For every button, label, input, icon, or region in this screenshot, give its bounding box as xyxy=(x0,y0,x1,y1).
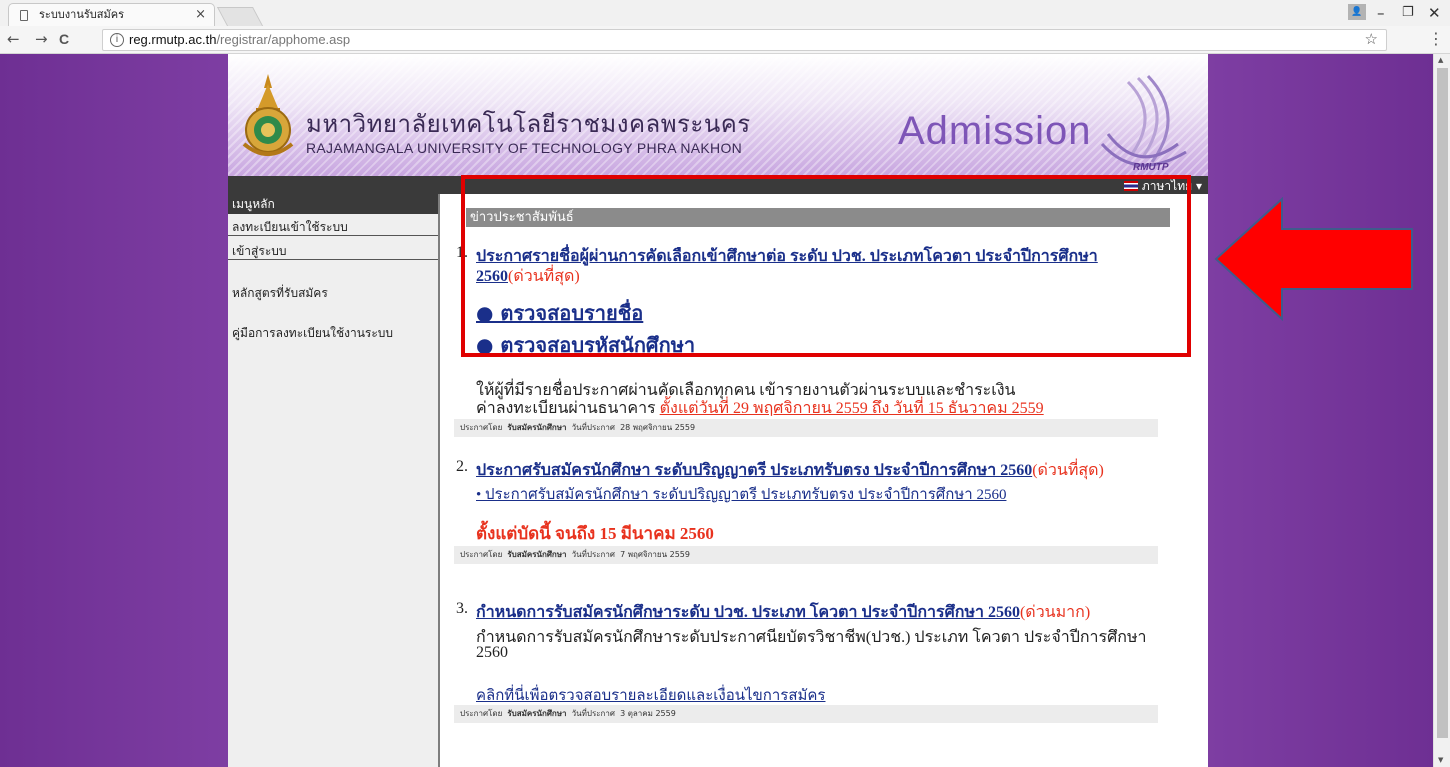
sidebar-item-register[interactable]: ลงทะเบียนเข้าใช้ระบบ xyxy=(228,218,438,236)
info-icon[interactable]: i xyxy=(110,33,124,47)
news-meta-3: ประกาศโดย รับสมัครนักศึกษา วันที่ประกาศ … xyxy=(454,705,1158,723)
sidebar-menu: เมนูหลัก ลงทะเบียนเข้าใช้ระบบ เข้าสู่ระบ… xyxy=(228,194,440,767)
university-english-name: RAJAMANGALA UNIVERSITY OF TECHNOLOGY PHR… xyxy=(306,140,743,156)
sidebar-item-manual[interactable]: คู่มือการลงทะเบียนใช้งานระบบ xyxy=(228,324,438,342)
news-sublink-3[interactable]: คลิกที่นี่เพื่อตรวจสอบรายละเอียดและเงื่อ… xyxy=(476,683,825,707)
page-viewport: มหาวิทยาลัยเทคโนโลยีราชมงคลพระนคร RAJAMA… xyxy=(0,54,1433,767)
news-title-2[interactable]: ประกาศรับสมัครนักศึกษา ระดับปริญญาตรี ปร… xyxy=(476,462,1032,479)
close-window-icon[interactable]: ✕ xyxy=(1428,4,1441,22)
back-icon[interactable]: ← xyxy=(7,30,20,48)
bookmark-star-icon[interactable]: ☆ xyxy=(1365,30,1378,50)
meta-date-label: วันที่ประกาศ xyxy=(571,709,615,718)
deadline-text: ตั้งแต่บัดนี้ จนถึง 15 มีนาคม 2560 xyxy=(476,524,714,543)
rmutp-wave-logo-icon xyxy=(1100,74,1187,167)
meta-date: 7 พฤศจิกายน 2559 xyxy=(620,550,690,559)
news-meta-1: ประกาศโดย รับสมัครนักศึกษา วันที่ประกาศ … xyxy=(454,419,1158,437)
news-body-3: กำหนดการรับสมัครนักศึกษาระดับประกาศนียบั… xyxy=(476,629,1147,646)
meta-prefix: ประกาศโดย xyxy=(460,550,503,559)
scrollbar-thumb[interactable] xyxy=(1437,68,1448,738)
meta-date: 3 ตุลาคม 2559 xyxy=(620,709,676,718)
admission-title: Admission xyxy=(898,109,1092,153)
news-title-3-row: กำหนดการรับสมัครนักศึกษาระดับ ปวช. ประเภ… xyxy=(476,600,1090,625)
page-icon xyxy=(20,10,28,21)
meta-prefix: ประกาศโดย xyxy=(460,709,503,718)
new-tab-button[interactable] xyxy=(216,7,264,26)
url-path: /registrar/apphome.asp xyxy=(216,32,351,47)
sidebar-item-login[interactable]: เข้าสู่ระบบ xyxy=(228,242,438,260)
sidebar-item-programs[interactable]: หลักสูตรที่รับสมัคร xyxy=(228,284,438,302)
site-banner: มหาวิทยาลัยเทคโนโลยีราชมงคลพระนคร RAJAMA… xyxy=(228,54,1208,176)
url-domain: reg.rmutp.ac.th xyxy=(129,32,217,47)
minimize-icon[interactable]: – xyxy=(1377,4,1385,22)
logo-text: RMUTP xyxy=(1133,162,1169,173)
page-scrollbar[interactable]: ▲ ▼ xyxy=(1433,54,1450,767)
news-number: 3. xyxy=(456,600,468,617)
forward-icon[interactable]: → xyxy=(35,30,48,48)
address-bar[interactable]: i reg.rmutp.ac.th/registrar/apphome.asp … xyxy=(102,29,1387,51)
meta-author: รับสมัครนักศึกษา xyxy=(507,709,567,718)
red-arrow-icon xyxy=(1214,197,1413,321)
meta-date-label: วันที่ประกาศ xyxy=(571,423,615,432)
browser-tab-strip: ระบบงานรับสมัคร × 👤 – ❐ ✕ xyxy=(0,0,1450,26)
news-number: 2. xyxy=(456,458,468,475)
university-emblem-icon xyxy=(242,74,294,156)
tab-title: ระบบงานรับสมัคร xyxy=(39,8,124,21)
date-range-text: ตั้งแต่วันที่ 29 พฤศจิกายน 2559 ถึง วันท… xyxy=(659,400,1044,417)
sidebar-heading: เมนูหลัก xyxy=(228,194,438,214)
meta-date: 28 พฤศจิกายน 2559 xyxy=(620,423,696,432)
news-body-3-cont: 2560 xyxy=(476,644,508,661)
urgency-label: (ด่วนที่สุด) xyxy=(1032,462,1104,479)
meta-date-label: วันที่ประกาศ xyxy=(571,550,615,559)
site-container: มหาวิทยาลัยเทคโนโลยีราชมงคลพระนคร RAJAMA… xyxy=(228,54,1208,767)
news-sublink-2[interactable]: • ประกาศรับสมัครนักศึกษา ระดับปริญญาตรี … xyxy=(476,482,1006,506)
news-body-1-cont: ค่าลงทะเบียนผ่านธนาคาร ตั้งแต่วันที่ 29 … xyxy=(476,396,1044,421)
profile-icon[interactable]: 👤 xyxy=(1348,4,1366,20)
restore-icon[interactable]: ❐ xyxy=(1402,5,1414,20)
urgency-label: (ด่วนมาก) xyxy=(1019,604,1091,621)
browser-tab[interactable]: ระบบงานรับสมัคร × xyxy=(8,3,215,26)
scroll-down-icon[interactable]: ▼ xyxy=(1438,756,1443,764)
browser-toolbar: ← → C i reg.rmutp.ac.th/registrar/apphom… xyxy=(0,26,1450,54)
tab-close-icon[interactable]: × xyxy=(195,4,206,26)
bank-text: ค่าลงทะเบียนผ่านธนาคาร xyxy=(476,400,660,417)
news-title-3[interactable]: กำหนดการรับสมัครนักศึกษาระดับ ปวช. ประเภ… xyxy=(476,604,1020,621)
highlight-box xyxy=(461,175,1191,357)
browser-menu-icon[interactable]: ⋮ xyxy=(1428,29,1444,48)
meta-author: รับสมัครนักศึกษา xyxy=(507,550,567,559)
reload-icon[interactable]: C xyxy=(59,31,69,47)
meta-author: รับสมัครนักศึกษา xyxy=(507,423,567,432)
scroll-up-icon[interactable]: ▲ xyxy=(1438,56,1443,64)
university-thai-name: มหาวิทยาลัยเทคโนโลยีราชมงคลพระนคร xyxy=(306,110,751,138)
meta-prefix: ประกาศโดย xyxy=(460,423,503,432)
news-title-2-row: ประกาศรับสมัครนักศึกษา ระดับปริญญาตรี ปร… xyxy=(476,458,1104,483)
news-meta-2: ประกาศโดย รับสมัครนักศึกษา วันที่ประกาศ … xyxy=(454,546,1158,564)
